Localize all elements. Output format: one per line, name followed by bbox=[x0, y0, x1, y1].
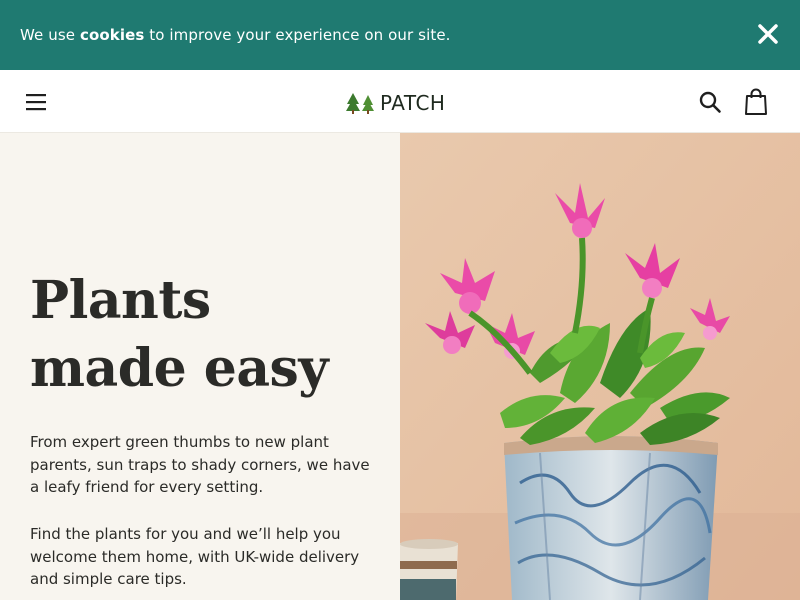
hero-paragraph-1: From expert green thumbs to new plant pa… bbox=[30, 433, 370, 496]
cookie-link[interactable]: cookies bbox=[80, 26, 144, 44]
cup bbox=[400, 539, 458, 600]
search-icon[interactable] bbox=[698, 90, 722, 118]
cookie-prefix: We use bbox=[20, 26, 76, 44]
pot bbox=[504, 436, 718, 600]
menu-icon[interactable] bbox=[24, 92, 48, 112]
hero-paragraph-2: Find the plants for you and we’ll help y… bbox=[30, 525, 360, 588]
site-logo[interactable]: PATCH bbox=[346, 90, 445, 116]
logo-text: PATCH bbox=[380, 91, 446, 115]
hero-image bbox=[400, 133, 800, 600]
bag-icon[interactable] bbox=[744, 88, 768, 120]
site-header: PATCH bbox=[0, 70, 800, 133]
cookie-suffix: to improve your experience on our site. bbox=[149, 26, 451, 44]
close-icon[interactable] bbox=[754, 20, 782, 48]
hero-title: Plants made easy bbox=[30, 270, 329, 399]
hero-text-panel: Plants made easy From expert green thumb… bbox=[0, 133, 400, 600]
cookie-banner: We use cookies to improve your experienc… bbox=[0, 0, 800, 70]
cookie-message: We use cookies to improve your experienc… bbox=[20, 26, 451, 44]
tree-logo-icon bbox=[346, 93, 374, 114]
